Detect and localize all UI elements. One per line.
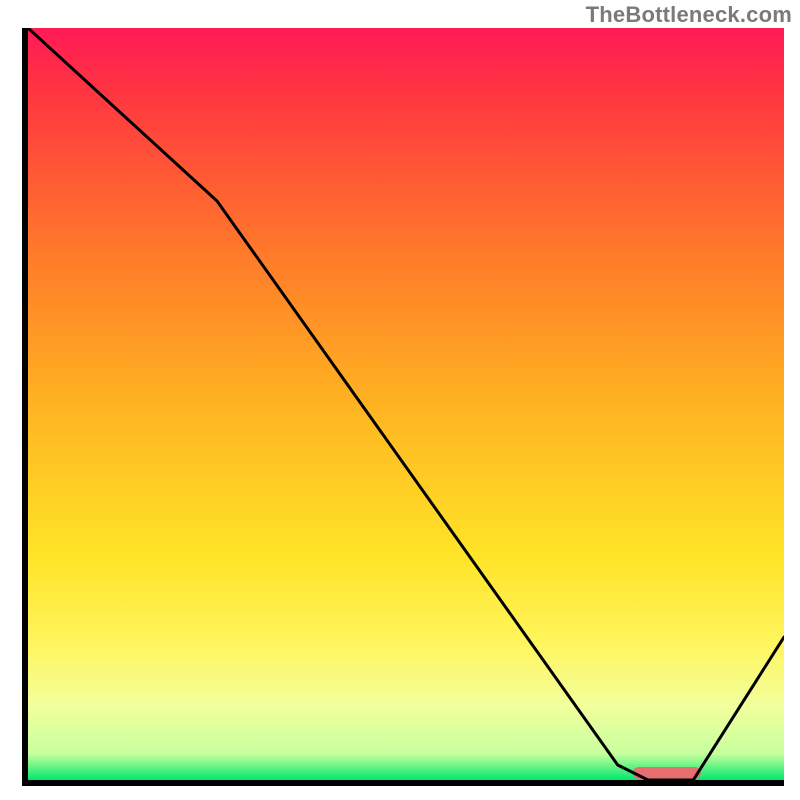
- gradient-background: [28, 28, 784, 780]
- plot-area: [28, 28, 784, 780]
- watermark-text: TheBottleneck.com: [586, 2, 792, 28]
- chart-frame: TheBottleneck.com: [0, 0, 800, 800]
- plot-svg: [28, 28, 784, 780]
